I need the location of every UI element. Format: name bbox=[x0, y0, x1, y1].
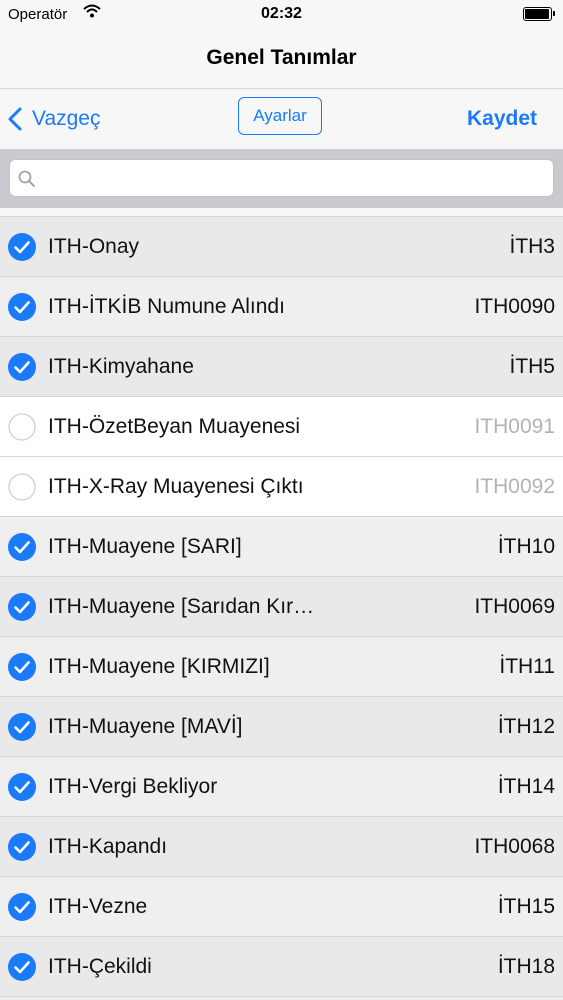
list-item[interactable]: ITH-ÖzetBeyan Muayenesi ITH0091 bbox=[0, 397, 563, 457]
list-item-name: ITH-Çekildi bbox=[48, 955, 152, 978]
checkmark-circle-icon[interactable] bbox=[8, 293, 36, 321]
checkmark-circle-icon[interactable] bbox=[8, 233, 36, 261]
empty-circle-icon[interactable] bbox=[8, 473, 36, 501]
list-item-name: ITH-Muayene [MAVİ] bbox=[48, 715, 243, 738]
status-bar: Operatör 02:32 bbox=[0, 0, 563, 28]
status-time: 02:32 bbox=[261, 5, 302, 22]
list-item-code: ITH0069 bbox=[474, 595, 555, 618]
checkmark-circle-icon[interactable] bbox=[8, 773, 36, 801]
list-item-code: İTH15 bbox=[497, 895, 555, 918]
list-item-code: İTH3 bbox=[509, 235, 555, 258]
checkmark-circle-icon[interactable] bbox=[8, 953, 36, 981]
list-item[interactable]: ITH-Çekildi İTH18 bbox=[0, 937, 563, 997]
search-icon bbox=[18, 170, 35, 187]
list-item-code: İTH12 bbox=[497, 715, 555, 738]
settings-button[interactable]: Ayarlar bbox=[238, 97, 322, 135]
checkmark-circle-icon[interactable] bbox=[8, 893, 36, 921]
list-item-code: İTH18 bbox=[497, 955, 555, 978]
list-item[interactable]: ITH-Muayene [SARI] İTH10 bbox=[0, 517, 563, 577]
search-field[interactable] bbox=[9, 159, 554, 197]
list-item-code: İTH11 bbox=[499, 655, 555, 678]
list-item-name: ITH-Onay bbox=[48, 235, 140, 258]
list-item-name: ITH-Kimyahane bbox=[48, 355, 194, 378]
list-item[interactable]: ITH-Vezne İTH15 bbox=[0, 877, 563, 937]
list-item-name: ITH-Muayene [Sarıdan Kır… bbox=[48, 595, 315, 618]
checkmark-circle-icon[interactable] bbox=[8, 833, 36, 861]
list-item-code: ITH0090 bbox=[474, 295, 555, 318]
search-bar bbox=[0, 149, 563, 208]
list-item-name: ITH-Vezne bbox=[48, 895, 148, 918]
checkmark-circle-icon[interactable] bbox=[8, 353, 36, 381]
list-item[interactable]: ITH-X-Ray Muayenesi Çıktı ITH0092 bbox=[0, 457, 563, 517]
list-item-code: İTH14 bbox=[497, 775, 555, 798]
list-item[interactable]: ITH-Vergi Bekliyor İTH14 bbox=[0, 757, 563, 817]
list-item[interactable]: ITH-Muayene [Sarıdan Kır… ITH0069 bbox=[0, 577, 563, 637]
page-title: Genel Tanımlar bbox=[0, 28, 563, 89]
checkmark-circle-icon[interactable] bbox=[8, 653, 36, 681]
list-item[interactable]: ITH-Muayene [KIRMIZI] İTH11 bbox=[0, 637, 563, 697]
definitions-list: ITH-Onay İTH3 ITH-İTKİB Numune Alındı ITH00… bbox=[0, 208, 563, 1000]
list-item-name: ITH-Muayene [KIRMIZI] bbox=[48, 655, 270, 678]
list-item-name: ITH-X-Ray Muayenesi Çıktı bbox=[48, 475, 304, 498]
list-item-code: ITH0091 bbox=[474, 415, 555, 438]
list-item-name: ITH-Vergi Bekliyor bbox=[48, 775, 218, 798]
empty-circle-icon[interactable] bbox=[8, 413, 36, 441]
list-item-code: İTH5 bbox=[509, 355, 555, 378]
list-item-code: İTH10 bbox=[497, 535, 555, 558]
save-button[interactable]: Kaydet bbox=[467, 103, 537, 135]
list-item[interactable]: ITH-Onay İTH3 bbox=[0, 217, 563, 277]
list-item-code: ITH0068 bbox=[474, 835, 555, 858]
list-item[interactable]: ITH-Muayene [MAVİ] İTH12 bbox=[0, 697, 563, 757]
list-item-name: ITH-Muayene [SARI] bbox=[48, 535, 242, 558]
checkmark-circle-icon[interactable] bbox=[8, 533, 36, 561]
battery-icon bbox=[523, 7, 555, 21]
checkmark-circle-icon[interactable] bbox=[8, 593, 36, 621]
checkmark-circle-icon[interactable] bbox=[8, 713, 36, 741]
list-item[interactable]: ITH-İTKİB Numune Alındı ITH0090 bbox=[0, 277, 563, 337]
list-item[interactable]: ITH-Kimyahane İTH5 bbox=[0, 337, 563, 397]
toolbar: Vazgeç Ayarlar Kaydet bbox=[0, 89, 563, 149]
list-item-code: ITH0092 bbox=[474, 475, 555, 498]
chevron-left-icon bbox=[8, 107, 22, 131]
cancel-button[interactable]: Vazgeç bbox=[8, 103, 101, 135]
list-item-name: ITH-ÖzetBeyan Muayenesi bbox=[48, 415, 301, 438]
cancel-button-label: Vazgeç bbox=[32, 107, 101, 130]
list-item-name: ITH-İTKİB Numune Alındı bbox=[48, 295, 285, 318]
list-item[interactable]: ITH-Kapandı ITH0068 bbox=[0, 817, 563, 877]
list-top-gap bbox=[0, 208, 563, 217]
list-item-name: ITH-Kapandı bbox=[48, 835, 168, 858]
search-input[interactable] bbox=[44, 164, 548, 194]
